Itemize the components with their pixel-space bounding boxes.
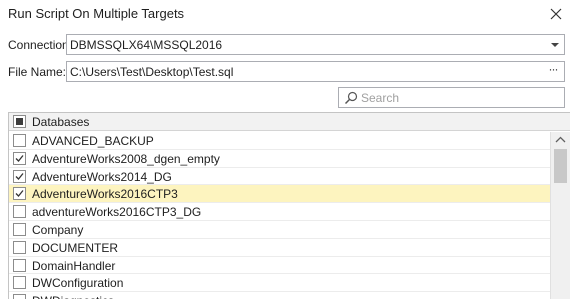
databases-column-header: Databases: [32, 115, 90, 129]
database-row[interactable]: AdventureWorks2014_DG: [9, 167, 550, 186]
database-checkbox[interactable]: [13, 222, 26, 236]
database-row[interactable]: adventureWorks2016CTP3_DG: [9, 203, 550, 221]
database-name: DWDiagnostics: [32, 294, 114, 299]
search-icon: [344, 91, 358, 105]
database-checkbox[interactable]: [13, 205, 26, 219]
checkmark-icon: [15, 172, 24, 180]
database-row[interactable]: DOCUMENTER: [9, 238, 550, 257]
database-name: DOCUMENTER: [32, 240, 118, 255]
chevron-down-icon: [551, 43, 559, 47]
database-row[interactable]: AdventureWorks2016CTP3: [9, 185, 550, 204]
database-checkbox[interactable]: [13, 134, 26, 147]
scroll-up-button[interactable]: [551, 132, 570, 148]
database-row[interactable]: DWConfiguration: [9, 274, 550, 293]
connection-value: DBMSSQLX64\MSSQL2016: [70, 38, 223, 52]
database-checkbox[interactable]: [13, 294, 26, 299]
database-row[interactable]: Company: [9, 220, 550, 239]
databases-grid: Databases ADVANCED_BACKUP AdventureWorks2…: [8, 112, 570, 299]
select-all-checkbox[interactable]: [13, 115, 26, 128]
database-list: ADVANCED_BACKUP AdventureWorks2008_dgen_e…: [9, 132, 550, 299]
database-name: AdventureWorks2016CTP3: [32, 187, 178, 202]
window-title: Run Script On Multiple Targets: [8, 6, 185, 21]
database-row[interactable]: DWDiagnostics: [9, 292, 550, 299]
connection-dropdown-button[interactable]: [547, 36, 563, 53]
search-input[interactable]: Search: [338, 87, 565, 108]
database-row[interactable]: AdventureWorks2008_dgen_empty: [9, 149, 550, 168]
file-name-label: File Name:: [8, 65, 67, 79]
vertical-scrollbar[interactable]: [550, 132, 570, 299]
database-name: ADVANCED_BACKUP: [32, 134, 154, 148]
file-name-value: C:\Users\Test\Desktop\Test.sql: [70, 65, 234, 79]
database-name: AdventureWorks2014_DG: [32, 169, 172, 184]
file-name-field[interactable]: C:\Users\Test\Desktop\Test.sql ···: [66, 61, 565, 82]
connection-label: Connection:: [8, 38, 73, 52]
close-icon: [550, 8, 562, 20]
grid-header: Databases: [9, 113, 570, 131]
database-checkbox[interactable]: [13, 151, 26, 165]
database-checkbox[interactable]: [13, 240, 26, 254]
chevron-up-icon: [555, 136, 566, 143]
database-name: DWConfiguration: [32, 276, 124, 291]
checkmark-icon: [15, 190, 24, 198]
database-checkbox[interactable]: [13, 169, 26, 183]
database-checkbox[interactable]: [13, 258, 26, 272]
close-button[interactable]: [546, 4, 566, 24]
database-checkbox[interactable]: [13, 187, 26, 201]
database-name: Company: [32, 222, 84, 237]
database-name: adventureWorks2016CTP3_DG: [32, 205, 202, 220]
checkmark-icon: [15, 154, 24, 162]
database-row[interactable]: ADVANCED_BACKUP: [9, 132, 550, 150]
database-name: AdventureWorks2008_dgen_empty: [32, 151, 220, 166]
database-name: DomainHandler: [32, 258, 116, 273]
title-bar: Run Script On Multiple Targets: [0, 0, 570, 28]
database-row[interactable]: DomainHandler: [9, 256, 550, 275]
connection-combobox[interactable]: DBMSSQLX64\MSSQL2016: [66, 34, 565, 55]
search-placeholder: Search: [361, 91, 400, 105]
database-checkbox[interactable]: [13, 276, 26, 290]
scroll-thumb[interactable]: [554, 149, 567, 183]
browse-button[interactable]: ···: [543, 63, 563, 80]
